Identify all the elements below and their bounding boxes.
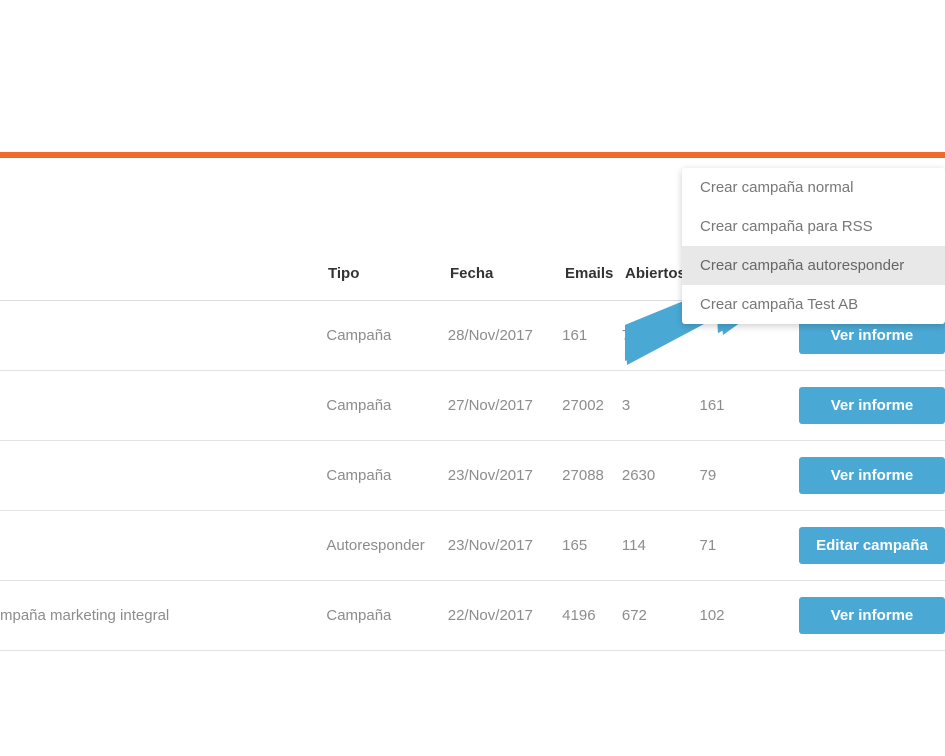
campaign-opens: 2630	[622, 467, 700, 484]
campaign-clicks: 102	[699, 607, 795, 624]
header-fecha: Fecha	[450, 265, 565, 282]
header-tipo: Tipo	[328, 265, 450, 282]
campaign-date: 22/Nov/2017	[448, 607, 562, 624]
campaign-type: Campaña	[326, 607, 447, 624]
dropdown-item-rss[interactable]: Crear campaña para RSS	[682, 207, 945, 246]
campaign-type: Campaña	[326, 467, 447, 484]
dropdown-item-normal[interactable]: Crear campaña normal	[682, 168, 945, 207]
edit-campaign-button[interactable]: Editar campaña	[799, 527, 945, 564]
view-report-button[interactable]: Ver informe	[799, 597, 945, 634]
table-row: Campaña 27/Nov/2017 27002 3 161 Ver info…	[0, 371, 945, 441]
campaign-emails: 165	[562, 537, 622, 554]
campaign-clicks: 71	[699, 537, 795, 554]
campaign-clicks: 161	[699, 397, 795, 414]
campaign-type: Campaña	[326, 397, 447, 414]
campaign-date: 23/Nov/2017	[448, 537, 562, 554]
campaign-emails: 27088	[562, 467, 622, 484]
header-emails: Emails	[565, 265, 625, 282]
campaign-type: Autoresponder	[326, 537, 447, 554]
view-report-button[interactable]: Ver informe	[799, 387, 945, 424]
campaign-emails: 27002	[562, 397, 622, 414]
campaign-opens: 114	[622, 537, 700, 554]
campaign-date: 23/Nov/2017	[448, 467, 562, 484]
dropdown-item-test-ab[interactable]: Crear campaña Test AB	[682, 285, 945, 324]
campaign-opens: 672	[622, 607, 700, 624]
table-row: Autoresponder 23/Nov/2017 165 114 71 Edi…	[0, 511, 945, 581]
campaign-name-link[interactable]: mpaña marketing integral	[0, 607, 326, 624]
campaign-emails: 4196	[562, 607, 622, 624]
campaign-clicks: 79	[699, 467, 795, 484]
table-row: Campaña 23/Nov/2017 27088 2630 79 Ver in…	[0, 441, 945, 511]
create-campaign-dropdown: Crear campaña normal Crear campaña para …	[682, 168, 945, 324]
campaign-opens: 3	[622, 397, 700, 414]
table-row: mpaña marketing integral Campaña 22/Nov/…	[0, 581, 945, 651]
campaign-type: Campaña	[326, 327, 447, 344]
campaign-opens: 70	[622, 327, 700, 344]
dropdown-item-autoresponder[interactable]: Crear campaña autoresponder	[682, 246, 945, 285]
accent-bar	[0, 152, 945, 158]
campaign-date: 28/Nov/2017	[448, 327, 562, 344]
view-report-button[interactable]: Ver informe	[799, 457, 945, 494]
campaign-emails: 161	[562, 327, 622, 344]
campaign-date: 27/Nov/2017	[448, 397, 562, 414]
